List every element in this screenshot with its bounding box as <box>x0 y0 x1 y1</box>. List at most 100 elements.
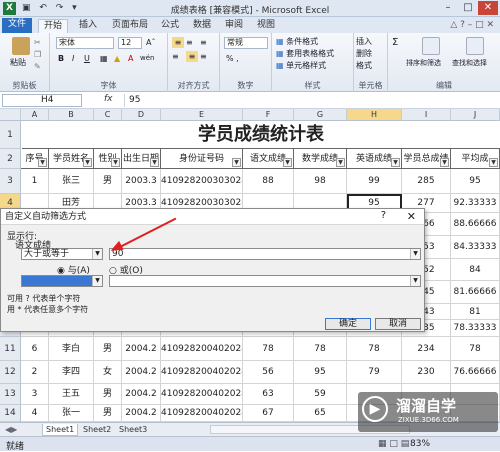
column-header[interactable]: C <box>94 109 122 121</box>
tab-data[interactable]: 数据 <box>188 19 216 33</box>
dialog-close-icon[interactable]: ✕ <box>407 210 416 223</box>
table-header-cell[interactable]: 英语成绩 ▼ <box>347 149 402 169</box>
row-header[interactable]: 11 <box>0 337 21 361</box>
format-painter-icon[interactable]: ✎ <box>34 61 41 72</box>
table-cell[interactable]: 4 <box>21 405 49 422</box>
view-buttons-icon[interactable]: ▦ □ ▤ <box>378 439 409 449</box>
table-cell[interactable]: 78.33333 <box>451 320 500 337</box>
table-cell[interactable]: 78 <box>243 337 294 361</box>
font-name-select[interactable]: 宋体 <box>56 37 114 49</box>
column-header[interactable]: F <box>243 109 294 121</box>
table-header-cell[interactable]: 序号 ▼ <box>21 149 49 169</box>
table-cell[interactable]: 女 <box>94 361 122 384</box>
column-header[interactable]: J <box>451 109 500 121</box>
bold-button[interactable]: B <box>58 53 64 64</box>
number-format-select[interactable]: 常规 <box>224 37 268 49</box>
chevron-down-icon[interactable]: ▼ <box>92 249 102 259</box>
table-cell[interactable]: 65 <box>294 405 347 422</box>
tab-formulas[interactable]: 公式 <box>156 19 184 33</box>
table-cell[interactable]: 男 <box>94 405 122 422</box>
align-bottom-icon[interactable]: ≡ <box>200 37 207 48</box>
value2-input[interactable]: ▼ <box>109 275 421 287</box>
sheet-tab-2[interactable]: Sheet2 <box>80 424 114 436</box>
column-header[interactable]: I <box>402 109 451 121</box>
table-cell[interactable]: 285 <box>402 169 451 194</box>
select-all-corner[interactable] <box>0 109 21 121</box>
insert-cells-button[interactable]: 插入 <box>356 36 372 47</box>
row-header[interactable]: 3 <box>0 169 21 194</box>
row-header[interactable]: 1 <box>0 121 21 149</box>
filter-dropdown-icon[interactable]: ▼ <box>440 158 449 167</box>
table-cell[interactable]: 2004.2 <box>122 405 161 422</box>
filter-dropdown-icon[interactable]: ▼ <box>391 158 400 167</box>
table-cell[interactable]: 67 <box>243 405 294 422</box>
table-cell[interactable]: 95 <box>451 169 500 194</box>
table-cell[interactable]: 78 <box>294 337 347 361</box>
italic-button[interactable]: I <box>72 53 74 64</box>
operator2-select[interactable]: ▼ <box>21 275 103 287</box>
paste-button[interactable]: 粘贴 <box>10 57 26 68</box>
table-cell[interactable]: 张三 <box>49 169 94 194</box>
align-center-icon[interactable]: ≡ <box>186 51 198 62</box>
table-cell[interactable]: 76.66666 <box>451 361 500 384</box>
table-cell[interactable]: 1 <box>21 169 49 194</box>
table-cell[interactable]: 84 <box>451 259 500 281</box>
column-header[interactable]: B <box>49 109 94 121</box>
delete-cells-button[interactable]: 删除 <box>356 48 372 59</box>
align-left-icon[interactable]: ≡ <box>172 51 179 62</box>
align-top-icon[interactable]: ≡ <box>172 37 184 48</box>
column-header[interactable]: E <box>161 109 243 121</box>
conditional-format-button[interactable]: ▦ 条件格式 <box>276 36 318 47</box>
tab-home[interactable]: 开始 <box>38 19 68 33</box>
table-cell[interactable]: 78 <box>347 337 402 361</box>
sheet-tab-3[interactable]: Sheet3 <box>116 424 150 436</box>
row-header[interactable]: 2 <box>0 149 21 169</box>
filter-dropdown-icon[interactable]: ▼ <box>283 158 292 167</box>
table-cell[interactable]: 79 <box>347 361 402 384</box>
find-select-icon[interactable] <box>466 37 484 55</box>
underline-button[interactable]: U <box>84 53 90 64</box>
table-cell[interactable]: 99 <box>347 169 402 194</box>
filter-dropdown-icon[interactable]: ▼ <box>83 158 92 167</box>
filter-dropdown-icon[interactable]: ▼ <box>232 158 241 167</box>
table-cell[interactable]: 410928200402028812 <box>161 405 243 422</box>
table-cell[interactable]: 63 <box>243 384 294 405</box>
table-cell[interactable]: 88.66666 <box>451 213 500 236</box>
ribbon-help-icon[interactable]: △ ? – □ ✕ <box>450 20 494 30</box>
table-cell[interactable]: 李四 <box>49 361 94 384</box>
zoom-level[interactable]: 83% <box>410 439 430 449</box>
find-select-button[interactable]: 查找和选择 <box>452 58 487 69</box>
sheet-nav-icon[interactable]: ◀▶ <box>2 424 20 436</box>
table-cell[interactable]: 2004.2 <box>122 384 161 405</box>
tab-file[interactable]: 文件 <box>2 18 32 33</box>
table-header-cell[interactable]: 学员姓名 ▼ <box>49 149 94 169</box>
table-cell[interactable]: 410928200402028812 <box>161 337 243 361</box>
cut-icon[interactable]: ✂ <box>34 37 41 48</box>
align-middle-icon[interactable]: ≡ <box>186 37 193 48</box>
table-cell[interactable]: 81.66666 <box>451 281 500 304</box>
grow-font-icon[interactable]: Aˆ <box>146 37 155 48</box>
sort-filter-button[interactable]: 排序和筛选 <box>406 58 441 69</box>
value-input[interactable]: 90 ▼ <box>109 248 421 260</box>
font-color-icon[interactable]: A <box>128 53 133 64</box>
tab-view[interactable]: 视图 <box>252 19 280 33</box>
minimize-icon[interactable]: – <box>438 1 458 15</box>
table-cell[interactable]: 92.33333 <box>451 194 500 213</box>
align-right-icon[interactable]: ≡ <box>200 51 207 62</box>
font-size-select[interactable]: 12 <box>118 37 142 49</box>
table-cell[interactable]: 78 <box>451 337 500 361</box>
filter-dropdown-icon[interactable]: ▼ <box>38 158 47 167</box>
table-format-button[interactable]: ▦ 套用表格格式 <box>276 48 334 59</box>
sort-filter-icon[interactable] <box>422 37 440 55</box>
cell-style-button[interactable]: ▦ 单元格样式 <box>276 60 326 71</box>
table-cell[interactable]: 男 <box>94 169 122 194</box>
table-cell[interactable]: 2 <box>21 361 49 384</box>
table-cell[interactable]: 6 <box>21 337 49 361</box>
copy-icon[interactable]: ❐ <box>34 49 41 60</box>
table-header-cell[interactable]: 语文成绩 ▼ <box>243 149 294 169</box>
close-icon[interactable]: ✕ <box>478 1 498 15</box>
fill-color-icon[interactable]: ▲ <box>114 53 120 64</box>
table-cell[interactable]: 88 <box>243 169 294 194</box>
column-header[interactable]: H <box>347 109 402 121</box>
row-header[interactable]: 13 <box>0 384 21 405</box>
